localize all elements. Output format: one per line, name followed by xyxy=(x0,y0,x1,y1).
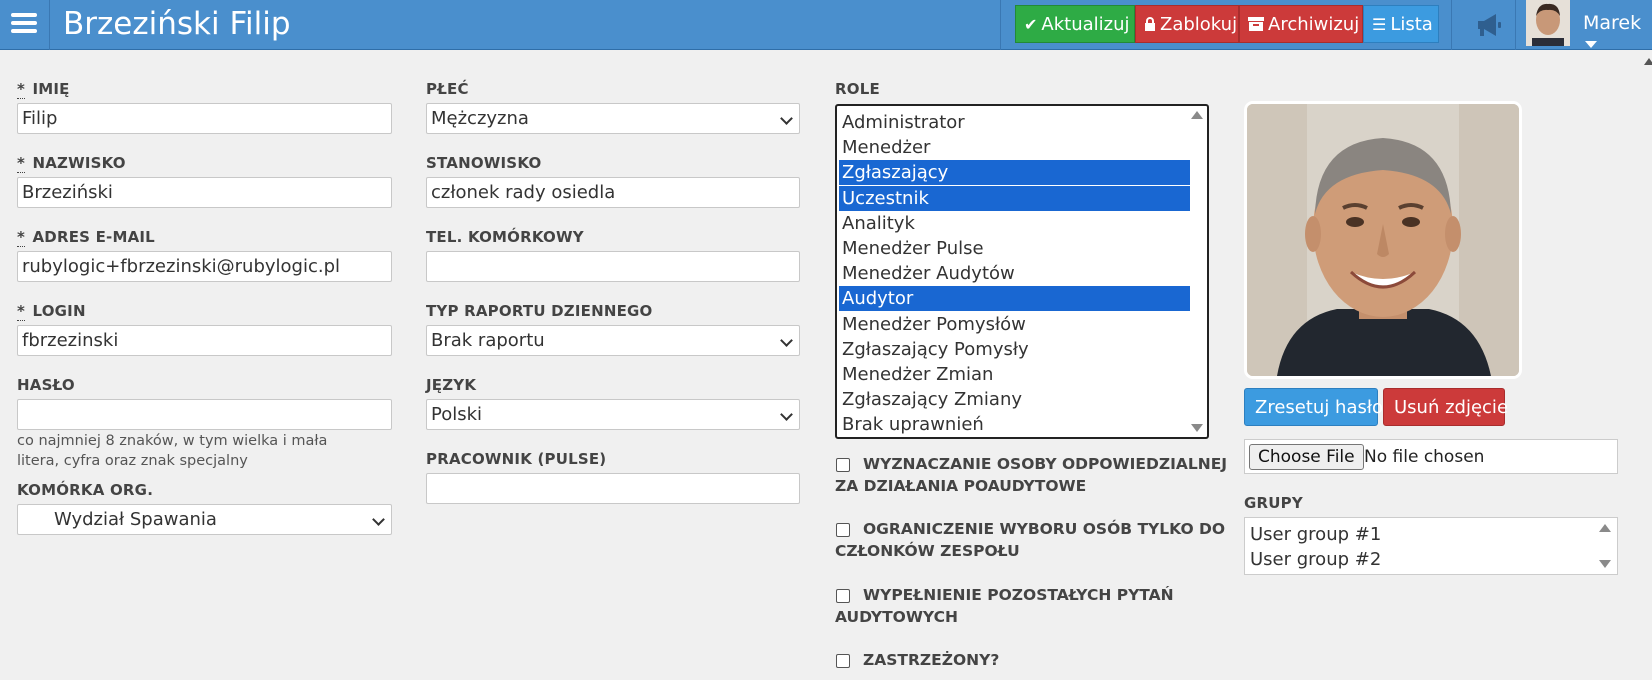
groups-label: Grupy xyxy=(1244,494,1303,512)
check-icon: ✔ xyxy=(1024,15,1038,34)
daily-report-select[interactable]: Brak raportu xyxy=(426,325,800,356)
scroll-down-icon[interactable] xyxy=(1599,560,1611,568)
top-bar: Brzeziński Filip ✔ Aktualizuj Zablokuj Ar… xyxy=(0,0,1652,50)
checkbox[interactable] xyxy=(836,523,850,537)
list-icon: ☰ xyxy=(1372,15,1387,34)
first-name-field[interactable]: Filip xyxy=(17,103,392,134)
role-option[interactable]: Zgłaszający Pomysły xyxy=(839,337,1190,362)
archive-button[interactable]: Archiwizuj xyxy=(1239,5,1363,43)
page-scroll-up-icon[interactable] xyxy=(1644,58,1652,65)
role-option[interactable]: Menedżer Zmian xyxy=(839,362,1190,387)
position-label: Stanowisko xyxy=(426,154,542,172)
role-option[interactable]: Analityk xyxy=(839,211,1190,236)
role-option[interactable]: Menedżer Audytów xyxy=(839,261,1190,286)
mobile-label: Tel. komórkowy xyxy=(426,228,584,246)
list-button[interactable]: ☰ Lista xyxy=(1363,5,1439,43)
lock-button[interactable]: Zablokuj xyxy=(1135,5,1239,43)
checkbox[interactable] xyxy=(836,458,850,472)
group-option[interactable]: User group #1 xyxy=(1250,522,1381,547)
megaphone-icon[interactable] xyxy=(1474,11,1504,39)
scroll-up-icon[interactable] xyxy=(1599,524,1611,532)
login-field[interactable]: fbrzezinski xyxy=(17,325,392,356)
file-status: No file chosen xyxy=(1364,447,1485,467)
page-title: Brzeziński Filip xyxy=(63,6,291,42)
first-name-label: * Imię xyxy=(17,80,70,99)
checkbox[interactable] xyxy=(836,654,850,668)
role-option[interactable]: Menedżer Pulse xyxy=(839,236,1190,261)
role-option[interactable]: Uczestnik xyxy=(839,185,1190,211)
caret-down-icon xyxy=(1585,41,1597,48)
scroll-up-icon[interactable] xyxy=(1191,111,1203,119)
archive-icon xyxy=(1248,6,1264,44)
roles-listbox[interactable]: Administrator Menedżer Zgłaszający Uczestni… xyxy=(835,104,1209,439)
password-label: Hasło xyxy=(17,376,75,394)
groups-listbox[interactable]: User group #1 User group #2 xyxy=(1244,517,1618,575)
password-hint: co najmniej 8 znaków, w tym wielka i mał… xyxy=(17,433,328,469)
org-unit-select[interactable]: Wydział Spawania xyxy=(17,504,392,535)
checkbox-label: ZASTRZEŻONY? xyxy=(863,651,1000,669)
role-option[interactable]: Brak uprawnień xyxy=(839,412,1190,437)
choose-file-button[interactable]: Choose File xyxy=(1249,444,1364,470)
roles-label: Role xyxy=(835,80,880,98)
gender-select[interactable]: Mężczyzna xyxy=(426,103,800,134)
pulse-employee-label: Pracownik (Pulse) xyxy=(426,450,607,468)
file-input[interactable]: Choose File No file chosen xyxy=(1244,439,1618,474)
checkbox[interactable] xyxy=(836,589,850,603)
org-unit-label: Komórka org. xyxy=(17,481,154,499)
role-option[interactable]: Menedżer Pomysłów xyxy=(839,312,1190,337)
language-label: Język xyxy=(426,376,477,394)
hamburger-icon[interactable] xyxy=(0,0,50,50)
role-option[interactable]: Audytor xyxy=(839,286,1190,312)
scroll-down-icon[interactable] xyxy=(1191,424,1203,432)
mobile-field[interactable] xyxy=(426,251,800,282)
last-name-label: * Nazwisko xyxy=(17,154,126,173)
group-option[interactable]: User group #2 xyxy=(1250,547,1381,572)
user-menu[interactable]: Marek xyxy=(1583,12,1652,56)
checkbox-label: AUDYTOWYCH xyxy=(835,608,958,626)
position-field[interactable]: członek rady osiedla xyxy=(426,177,800,208)
email-label: * Adres e-mail xyxy=(17,228,155,247)
role-option[interactable]: Menedżer xyxy=(839,135,1190,160)
remove-photo-button[interactable]: Usuń zdjęcie xyxy=(1383,388,1508,426)
login-label: * Login xyxy=(17,302,86,321)
checkbox-label: WYPEŁNIENIE POZOSTAŁYCH PYTAŃ xyxy=(863,586,1174,604)
checkbox-label: CZŁONKÓW ZESPOŁU xyxy=(835,542,1020,560)
pulse-employee-field[interactable] xyxy=(426,473,800,504)
email-field[interactable]: rubylogic+fbrzezinski@rubylogic.pl xyxy=(17,251,392,282)
checkbox-label: OGRANICZENIE WYBORU OSÓB TYLKO DO xyxy=(863,520,1226,538)
last-name-field[interactable]: Brzeziński xyxy=(17,177,392,208)
role-option[interactable]: Administrator xyxy=(839,110,1190,135)
reset-password-button[interactable]: Zresetuj hasło xyxy=(1244,388,1383,426)
update-button[interactable]: ✔ Aktualizuj xyxy=(1015,5,1135,43)
role-option[interactable]: Zgłaszający xyxy=(839,160,1190,186)
avatar[interactable] xyxy=(1526,0,1570,46)
daily-report-label: Typ raportu dziennego xyxy=(426,302,653,320)
role-option[interactable]: Zgłaszający Zmiany xyxy=(839,387,1190,412)
gender-label: Płeć xyxy=(426,80,469,98)
lock-icon xyxy=(1144,6,1156,44)
checkbox-label: WYZNACZANIE OSOBY ODPOWIEDZIALNEJ xyxy=(863,455,1228,473)
language-select[interactable]: Polski xyxy=(426,399,800,430)
checkbox-label: ZA DZIAŁANIA POAUDYTOWE xyxy=(835,477,1087,495)
password-field[interactable] xyxy=(17,399,392,430)
profile-photo xyxy=(1244,101,1522,379)
